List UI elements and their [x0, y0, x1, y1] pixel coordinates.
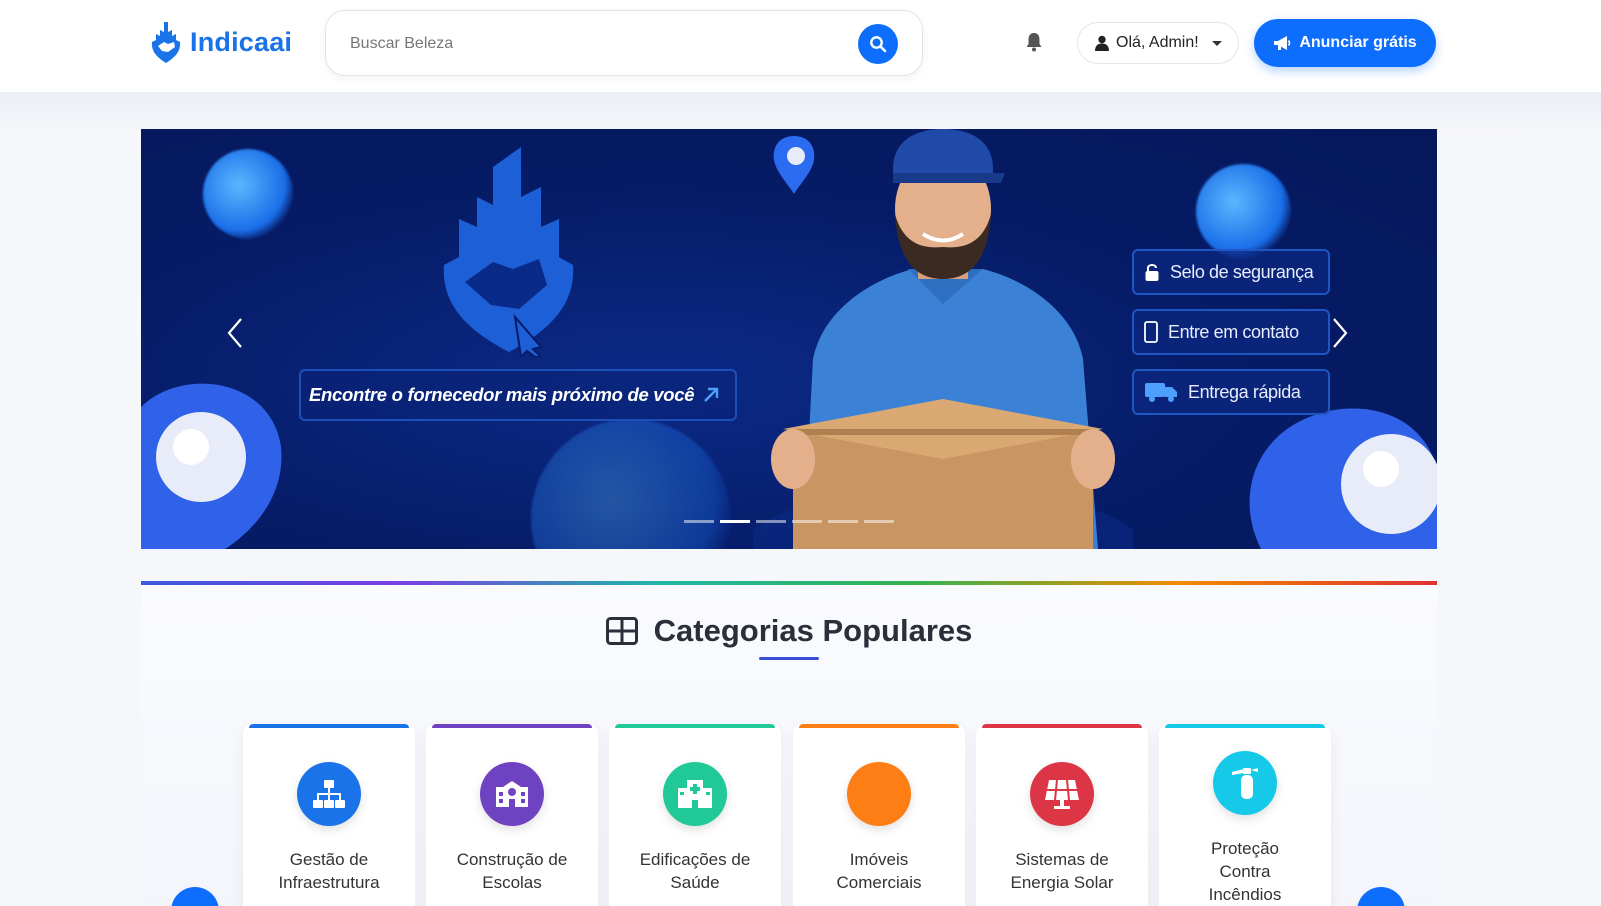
- badge-fast-delivery: Entrega rápida: [1132, 369, 1330, 415]
- hero-banner-carousel: Encontre o fornecedor mais próximo de vo…: [141, 129, 1437, 549]
- card-accent-line: [982, 724, 1142, 728]
- badge-contact-label: Entre em contato: [1168, 321, 1299, 342]
- user-icon: [1095, 35, 1109, 51]
- truck-icon: [1145, 383, 1177, 402]
- search-button[interactable]: [858, 24, 898, 64]
- carousel-indicator[interactable]: [792, 520, 822, 523]
- card-accent-line: [249, 724, 409, 728]
- carousel-indicators: [684, 520, 894, 523]
- decorative-orb: [1196, 164, 1291, 259]
- carousel-indicator-active[interactable]: [720, 520, 750, 523]
- location-pin-icon: [141, 383, 282, 549]
- handshake-shield-icon: [151, 22, 181, 63]
- card-accent-line: [1165, 724, 1325, 728]
- section-heading: Categorias Populares: [141, 613, 1437, 649]
- card-accent-line: [615, 724, 775, 728]
- category-label: Imóveis Comerciais: [836, 850, 922, 892]
- category-card-infrastructure[interactable]: Gestão de Infraestrutura: [243, 724, 415, 906]
- card-accent-line: [799, 724, 959, 728]
- category-label: Gestão de Infraestrutura: [278, 850, 380, 892]
- category-label: Construção de Escolas: [456, 850, 568, 892]
- header-shadow: [0, 92, 1601, 132]
- user-greeting: Olá, Admin!: [1116, 34, 1199, 51]
- card-accent-line: [432, 724, 592, 728]
- delivery-person-image: [753, 129, 1133, 549]
- arrow-up-right-icon: [704, 387, 719, 402]
- section-title: Categorias Populares: [653, 613, 973, 648]
- search-icon: [870, 36, 887, 53]
- category-card-commercial[interactable]: Imóveis Comerciais: [793, 724, 965, 906]
- handshake-shield-icon: [443, 147, 574, 357]
- decorative-orb: [531, 419, 731, 549]
- advertise-free-button[interactable]: Anunciar grátis: [1254, 19, 1436, 67]
- carousel-indicator[interactable]: [756, 520, 786, 523]
- section-title-underline: [759, 657, 819, 660]
- category-icon-circle: [297, 762, 361, 826]
- carousel-prev-icon[interactable]: [221, 313, 251, 353]
- building-icon: [847, 762, 911, 826]
- solar-panel-icon: [1045, 779, 1079, 809]
- search-bar: [325, 10, 923, 76]
- megaphone-icon: [1274, 36, 1291, 50]
- search-input[interactable]: [350, 29, 820, 59]
- brand-name: Indicaai: [190, 26, 293, 57]
- category-label: Proteção Contra Incêndios: [1208, 839, 1282, 904]
- category-icon-circle: [1213, 751, 1277, 815]
- category-card-health[interactable]: Edificações de Saúde: [609, 724, 781, 906]
- badge-security-label: Selo de segurança: [1170, 261, 1314, 282]
- school-icon: [496, 781, 528, 807]
- carousel-indicator[interactable]: [684, 520, 714, 523]
- category-icon-circle: [1030, 762, 1094, 826]
- carousel-next-icon[interactable]: [1324, 313, 1354, 353]
- carousel-indicator[interactable]: [828, 520, 858, 523]
- category-card-fire-protection[interactable]: Proteção Contra Incêndios: [1159, 724, 1331, 906]
- hospital-icon: [678, 780, 712, 808]
- banner-tagline-text: Encontre o fornecedor mais próximo de vo…: [309, 384, 695, 405]
- category-label: Edificações de Saúde: [639, 850, 751, 892]
- sitemap-icon: [313, 780, 345, 808]
- popular-categories-section: Categorias Populares Gestão de Infraestr…: [141, 581, 1437, 906]
- lock-icon: [1145, 264, 1159, 281]
- phone-icon: [1144, 321, 1158, 343]
- badge-security-seal: Selo de segurança: [1132, 249, 1330, 295]
- chevron-down-icon: [1211, 40, 1222, 46]
- banner-tagline[interactable]: Encontre o fornecedor mais próximo de vo…: [299, 369, 737, 421]
- grid-icon: [605, 617, 638, 645]
- category-card-solar[interactable]: Sistemas de Energia Solar: [976, 724, 1148, 906]
- top-navbar: Indicaai Olá, Admin! Anunciar grátis: [0, 0, 1601, 92]
- category-icon-circle: [663, 762, 727, 826]
- category-card-schools[interactable]: Construção de Escolas: [426, 724, 598, 906]
- advertise-free-label: Anunciar grátis: [1299, 34, 1417, 51]
- badge-contact: Entre em contato: [1132, 309, 1330, 355]
- badge-delivery-label: Entrega rápida: [1188, 381, 1301, 402]
- bell-icon[interactable]: [1024, 30, 1044, 54]
- carousel-indicator[interactable]: [864, 520, 894, 523]
- fire-extinguisher-icon: [1232, 768, 1258, 799]
- user-menu-dropdown[interactable]: Olá, Admin!: [1077, 22, 1239, 64]
- brand-logo[interactable]: Indicaai: [150, 20, 292, 64]
- decorative-orb: [203, 149, 293, 239]
- category-icon-circle: [480, 762, 544, 826]
- category-label: Sistemas de Energia Solar: [1010, 850, 1114, 892]
